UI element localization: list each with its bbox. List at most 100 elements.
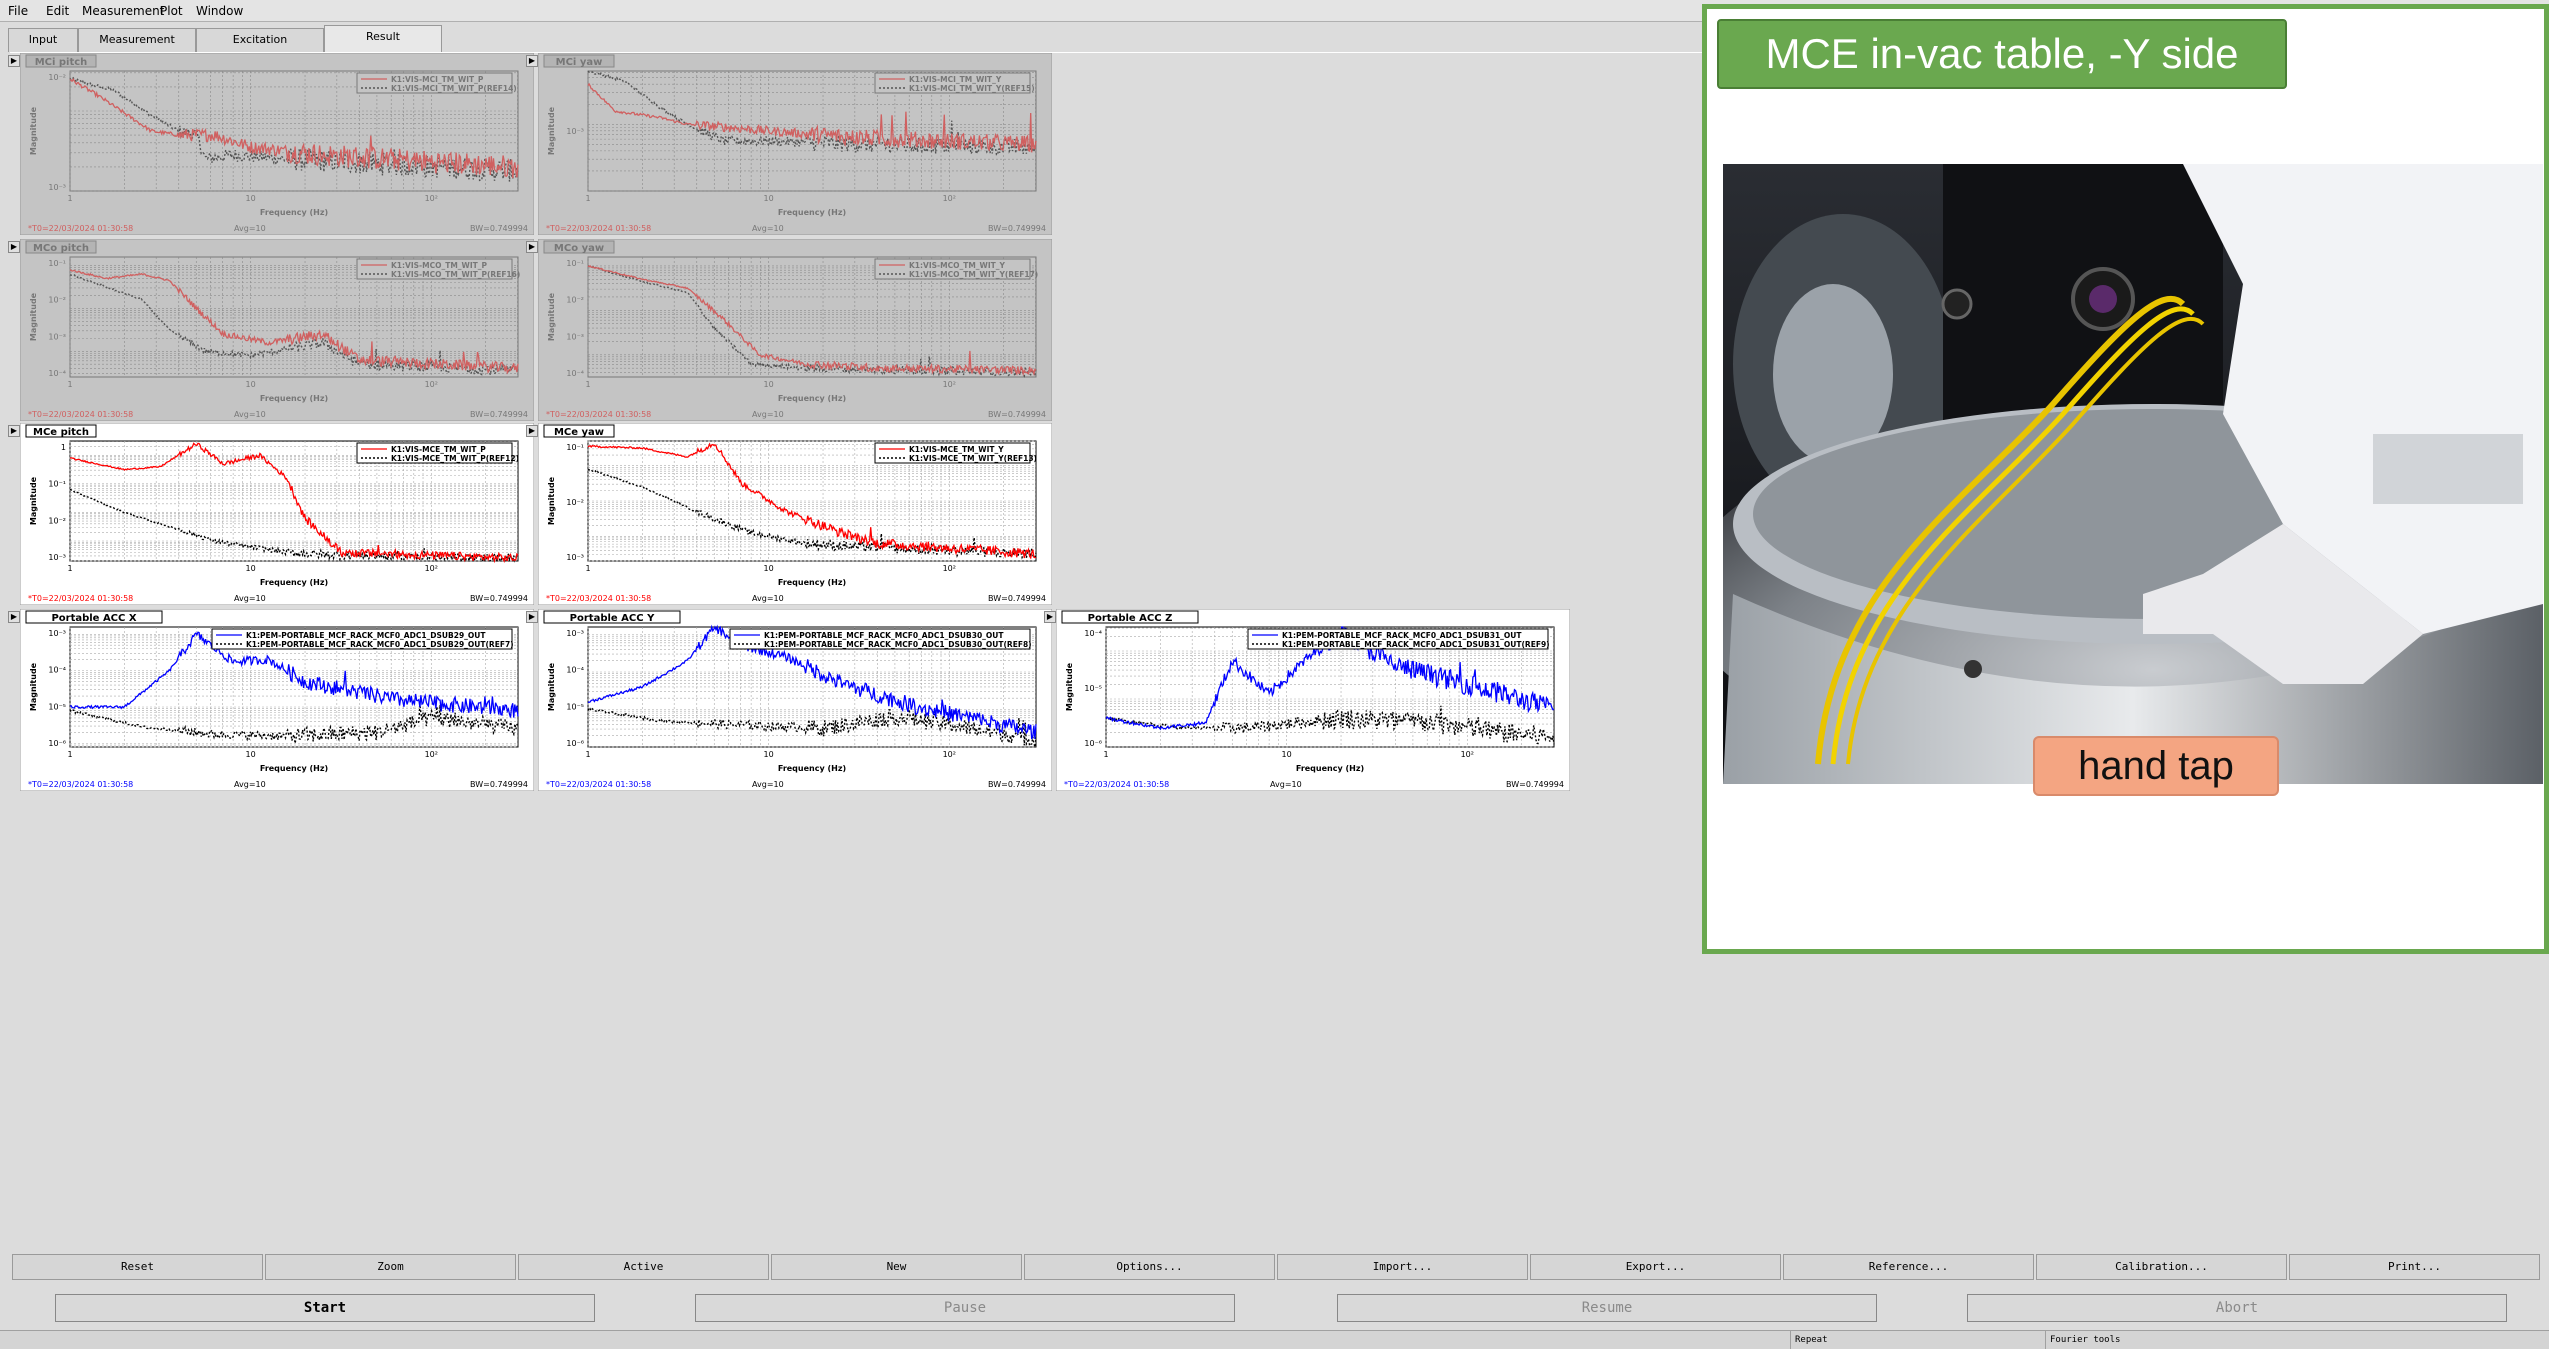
calibration-button[interactable]: Calibration... [2036,1254,2287,1280]
t0-timestamp: *T0=22/03/2024 01:30:58 [28,410,133,419]
y-tick-label: 10⁻⁵ [566,702,584,711]
y-tick-label: 10⁻¹ [566,259,584,268]
y-axis-label: Magnitude [29,292,38,341]
x-axis-label: Frequency (Hz) [260,394,328,403]
plot-title: Portable ACC X [51,613,136,624]
legend-entry: K1:PEM-PORTABLE_MCF_RACK_MCF0_ADC1_DSUB2… [246,631,486,640]
plot-panel-mce-yaw[interactable]: MCe yaw 1 10 10² 10⁻¹ 10⁻² 10⁻³ K1:VIS-MCE_TM_W… [538,423,1052,605]
y-tick-label: 10⁻² [566,498,584,507]
print-button[interactable]: Print... [2289,1254,2540,1280]
menu-plot[interactable]: Plot [160,4,183,18]
expand-arrow-icon[interactable]: ▶ [8,55,20,67]
menu-file[interactable]: File [8,4,28,18]
avg-label: Avg=10 [752,594,784,603]
legend-entry: K1:VIS-MCO_TM_WIT_P [391,261,487,270]
y-tick-label: 10⁻³ [566,553,584,562]
expand-arrow-icon[interactable]: ▶ [8,241,20,253]
resume-button[interactable]: Resume [1337,1294,1877,1322]
bw-label: BW=0.749994 [988,224,1046,233]
bw-label: BW=0.749994 [470,780,528,789]
plot-panel-mco-yaw[interactable]: MCo yaw 1 10 10² 10⁻¹ 10⁻² 10⁻³ 10⁻⁴ K1:VIS-MCO_… [538,239,1052,421]
bw-label: BW=0.749994 [988,594,1046,603]
x-tick-label: 1 [67,194,72,203]
x-tick-label: 10 [764,380,774,389]
plot-panel-acc-z[interactable]: Portable ACC Z 1 10 10² 10⁻⁴ 10⁻⁵ 10⁻⁶ K1:PEM-P… [1056,609,1570,791]
plot-panel-mci-pitch[interactable]: MCi pitch 1 10 10² 10⁻² 10⁻³ K1:VIS-MCI_TM_WIT… [20,53,534,235]
x-tick-label: 10 [246,194,256,203]
avg-label: Avg=10 [752,780,784,789]
expand-arrow-icon[interactable]: ▶ [8,425,20,437]
legend-entry: K1:VIS-MCE_TM_WIT_Y(REF13) [909,454,1037,463]
x-tick-label: 10 [764,564,774,573]
y-axis-label: Magnitude [547,292,556,341]
start-button[interactable]: Start [55,1294,595,1322]
export-button[interactable]: Export... [1530,1254,1781,1280]
y-tick-label: 10⁻³ [48,332,66,341]
bw-label: BW=0.749994 [470,594,528,603]
x-tick-label: 10² [425,194,438,203]
pause-button[interactable]: Pause [695,1294,1235,1322]
plot-panel-acc-y[interactable]: Portable ACC Y 1 10 10² 10⁻³ 10⁻⁴ 10⁻⁵ 10⁻⁶ K1:P… [538,609,1052,791]
x-tick-label: 1 [585,380,590,389]
t0-timestamp: *T0=22/03/2024 01:30:58 [28,780,133,789]
y-tick-label: 10⁻⁴ [48,666,66,675]
x-tick-label: 10 [246,380,256,389]
menu-edit[interactable]: Edit [46,4,69,18]
avg-label: Avg=10 [234,410,266,419]
expand-arrow-icon[interactable]: ▶ [526,241,538,253]
tab-measurement[interactable]: Measurement [78,28,196,52]
plot-title: MCe pitch [33,427,89,438]
photo-title: MCE in-vac table, -Y side [1717,19,2287,89]
plot-title: Portable ACC Z [1088,613,1173,624]
expand-arrow-icon[interactable]: ▶ [526,55,538,67]
legend-entry: K1:VIS-MCE_TM_WIT_P(REF12) [391,454,519,463]
plot-panel-acc-x[interactable]: Portable ACC X 1 10 10² 10⁻³ 10⁻⁴ 10⁻⁵ 10⁻⁶ K1:P… [20,609,534,791]
x-axis-label: Frequency (Hz) [778,394,846,403]
y-tick-label: 10⁻³ [48,629,66,638]
t0-timestamp: *T0=22/03/2024 01:30:58 [546,224,651,233]
plot-svg-mco-pitch: MCo pitch 1 10 10² 10⁻¹ 10⁻² 10⁻³ 10⁻⁴ K1:VIS-MC… [20,239,534,421]
tab-result[interactable]: Result [324,25,442,52]
bw-label: BW=0.749994 [988,780,1046,789]
tab-excitation[interactable]: Excitation [196,28,324,52]
expand-arrow-icon[interactable]: ▶ [526,425,538,437]
abort-button[interactable]: Abort [1967,1294,2507,1322]
bw-label: BW=0.749994 [470,410,528,419]
plot-panel-mce-pitch[interactable]: MCe pitch 1 10 10² 1 10⁻¹ 10⁻² 10⁻³ K1:VIS-MCE_T… [20,423,534,605]
legend-entry: K1:PEM-PORTABLE_MCF_RACK_MCF0_ADC1_DSUB3… [1282,640,1550,649]
y-axis-label: Magnitude [547,106,556,155]
reference-button[interactable]: Reference... [1783,1254,2034,1280]
avg-label: Avg=10 [752,410,784,419]
x-tick-label: 1 [585,564,590,573]
menu-measurement[interactable]: Measurement [82,4,164,18]
expand-arrow-icon[interactable]: ▶ [8,611,20,623]
x-tick-label: 10² [425,750,438,759]
tab-input[interactable]: Input [8,28,78,52]
y-axis-label: Magnitude [29,662,38,711]
y-tick-label: 10⁻⁶ [48,739,66,748]
y-axis-label: Magnitude [1065,662,1074,711]
x-tick-label: 10² [943,564,956,573]
y-tick-label: 10⁻² [48,296,66,305]
y-tick-label: 10⁻⁴ [566,666,584,675]
plot-panel-mci-yaw[interactable]: MCi yaw 1 10 10² 10⁻³ K1:VIS-MCI_TM_WIT_Y K1:V… [538,53,1052,235]
avg-label: Avg=10 [234,780,266,789]
plot-panel-mco-pitch[interactable]: MCo pitch 1 10 10² 10⁻¹ 10⁻² 10⁻³ 10⁻⁴ K1:VIS-MC… [20,239,534,421]
legend-entry: K1:VIS-MCO_TM_WIT_Y(REF17) [909,270,1038,279]
reset-button[interactable]: Reset [12,1254,263,1280]
expand-arrow-icon[interactable]: ▶ [526,611,538,623]
status-bar: Repeat Fourier tools [0,1330,2549,1349]
status-fourier-tools: Fourier tools [2045,1331,2295,1349]
photo-slide: MCE in-vac table, -Y side hand tap [1702,4,2549,954]
y-tick-label: 10⁻³ [566,332,584,341]
y-axis-label: Magnitude [29,476,38,525]
t0-timestamp: *T0=22/03/2024 01:30:58 [546,780,651,789]
options-button[interactable]: Options... [1024,1254,1275,1280]
import-button[interactable]: Import... [1277,1254,1528,1280]
zoom-button[interactable]: Zoom [265,1254,516,1280]
active-button[interactable]: Active [518,1254,769,1280]
expand-arrow-icon[interactable]: ▶ [1044,611,1056,623]
new-button[interactable]: New [771,1254,1022,1280]
legend-entry: K1:VIS-MCE_TM_WIT_Y [909,445,1004,454]
menu-window[interactable]: Window [196,4,243,18]
